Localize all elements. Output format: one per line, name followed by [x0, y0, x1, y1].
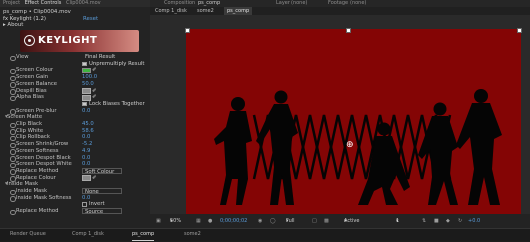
about-toggle[interactable]: ▸ About: [3, 22, 23, 28]
grid-icon[interactable]: ▦: [196, 214, 201, 228]
param-dropdown[interactable]: None: [82, 188, 122, 195]
composition-viewer-panel: Composition ps_comp Layer (none) Footage…: [150, 0, 530, 238]
color-swatch[interactable]: [82, 88, 91, 94]
tab-effect-controls[interactable]: Effect Controls: [25, 0, 62, 6]
silhouette-dancers: [214, 89, 502, 205]
about-label: About: [7, 22, 24, 28]
tab-project[interactable]: Project: [3, 0, 20, 6]
breadcrumb-comp1disk[interactable]: Comp 1_disk: [152, 7, 190, 15]
anchor-point-icon[interactable]: ⊕: [346, 141, 354, 150]
param-label: Replace Method: [16, 208, 59, 215]
tab-comp-name[interactable]: ps_comp: [198, 0, 220, 7]
timeline-icon[interactable]: ■: [434, 214, 439, 228]
tab-footage-viewer[interactable]: Footage: [328, 0, 348, 7]
composition-canvas[interactable]: ⊕: [150, 15, 530, 214]
tab-layer-none[interactable]: (none): [291, 0, 307, 7]
param-checkbox[interactable]: [82, 101, 87, 107]
camera-icon[interactable]: ◉: [258, 214, 262, 228]
color-swatch[interactable]: [82, 94, 91, 101]
param-dropdown[interactable]: Source: [82, 208, 122, 215]
camera-dropdown[interactable]: Active Camera ▾: [344, 214, 364, 238]
flowchart-icon[interactable]: ◆: [446, 214, 450, 228]
fast-previews-icon[interactable]: ⇅: [422, 214, 426, 228]
tab-ps-comp[interactable]: ps_comp: [132, 229, 155, 241]
color-swatch[interactable]: [82, 68, 91, 74]
viewer-tab-bar: Composition ps_comp Layer (none) Footage…: [150, 0, 530, 7]
exposure-value[interactable]: +0.0: [468, 214, 480, 228]
color-swatch[interactable]: [82, 175, 91, 182]
viewer-toolbar: ▣ 50% ▾ ▦ ● 0;00;00;02 ◉ ◯ Full ▾ □ ▩ Ac…: [150, 214, 530, 238]
tab-footage-none[interactable]: (none): [350, 0, 366, 7]
keylight-logo: KEYLIGHT: [20, 30, 139, 52]
timeline-tab-bar: Render Queue Comp 1_disk ps_comp some2: [0, 228, 530, 241]
timecode[interactable]: 0;00;00;02: [220, 214, 247, 228]
tab-layer[interactable]: Layer: [276, 0, 290, 7]
keylight-ring-icon: [24, 35, 35, 46]
color-channel-icon[interactable]: ◯: [270, 214, 276, 228]
zoom-dropdown[interactable]: 50% ▾: [170, 214, 181, 228]
reset-link[interactable]: Reset: [83, 16, 98, 22]
param-checkbox[interactable]: [82, 61, 87, 67]
keylight-logo-text: KEYLIGHT: [38, 35, 98, 46]
param-dropdown[interactable]: Soft Colour: [82, 167, 122, 175]
param-checkbox[interactable]: [82, 202, 87, 207]
panel-tab-bar: Project Effect Controls Clip0004.mov: [0, 0, 150, 7]
stopwatch-icon[interactable]: [10, 209, 16, 216]
tab-composition[interactable]: Composition: [164, 0, 195, 7]
tab-some2[interactable]: some2: [184, 229, 201, 240]
effect-controls-panel: Project Effect Controls Clip0004.mov ps_…: [0, 0, 150, 228]
tab-render-queue[interactable]: Render Queue: [10, 229, 46, 240]
breadcrumb-some2[interactable]: some2: [194, 7, 217, 15]
view-layout-dropdown[interactable]: 1 View ▾: [396, 214, 408, 238]
param-row: Replace Method Source: [0, 208, 150, 216]
transparency-grid-icon[interactable]: ▩: [324, 214, 329, 228]
tab-comp1-disk[interactable]: Comp 1_disk: [72, 229, 104, 240]
zoom-value: 50%: [170, 218, 182, 224]
tab-footage[interactable]: Clip0004.mov: [66, 0, 101, 6]
comp-breadcrumbs: Comp 1_disk some2 ps_comp: [150, 7, 530, 15]
snapshot-icon[interactable]: ●: [208, 214, 212, 228]
frame-handle-top-left[interactable]: [185, 28, 190, 33]
footage-frame[interactable]: ⊕: [186, 29, 521, 214]
exposure-reset-icon[interactable]: ↻: [458, 214, 462, 228]
region-of-interest-icon[interactable]: □: [312, 214, 317, 228]
viewer-options-icon[interactable]: ▣: [156, 214, 161, 228]
breadcrumb-ps-comp[interactable]: ps_comp: [224, 7, 253, 15]
comp-layer-label: ps_comp • Clip0004.mov: [3, 9, 71, 15]
resolution-value: Full: [286, 218, 295, 224]
resolution-dropdown[interactable]: Full ▾: [286, 214, 295, 228]
frame-handle-top-right[interactable]: [517, 28, 522, 33]
frame-handle-top-center[interactable]: [346, 28, 351, 33]
